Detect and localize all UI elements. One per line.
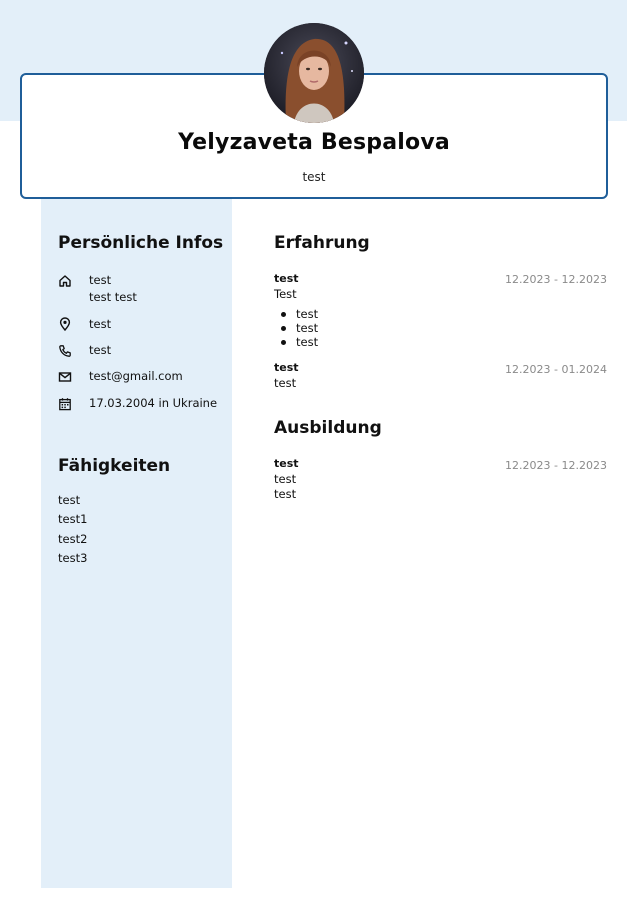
- experience-entry-title: test: [274, 361, 299, 374]
- address-line-1: test: [89, 273, 112, 287]
- calendar-icon: [58, 397, 72, 411]
- skills-heading: Fähigkeiten: [58, 456, 171, 476]
- location-row: test: [58, 316, 228, 336]
- skill-item: test: [58, 493, 81, 507]
- email-row: test@gmail.com: [58, 368, 228, 388]
- skill-item: test2: [58, 532, 88, 546]
- education-entry-line: test: [274, 487, 297, 501]
- experience-entry-date: 12.2023 - 01.2024: [505, 363, 607, 376]
- bullet-item: test: [280, 335, 318, 349]
- experience-entry-description: test: [274, 376, 297, 390]
- candidate-subtitle: test: [302, 170, 326, 184]
- experience-heading: Erfahrung: [274, 233, 370, 253]
- birth-text: 17.03.2004 in Ukraine: [89, 396, 218, 410]
- experience-entry-title: test: [274, 272, 299, 285]
- mail-icon: [58, 370, 72, 384]
- experience-bullet-list: test test test: [280, 307, 318, 349]
- education-heading: Ausbildung: [274, 418, 382, 438]
- map-pin-icon: [58, 317, 72, 331]
- bullet-item: test: [280, 321, 318, 335]
- birth-row: 17.03.2004 in Ukraine: [58, 395, 228, 415]
- profile-photo: [264, 23, 364, 123]
- email-text: test@gmail.com: [89, 369, 183, 383]
- bullet-item: test: [280, 307, 318, 321]
- home-icon: [58, 274, 72, 288]
- address-row: test test test: [58, 272, 228, 308]
- personal-info-heading: Persönliche Infos: [58, 233, 224, 253]
- address-line-2: test test: [89, 290, 137, 304]
- candidate-name: Yelyzaveta Bespalova: [178, 130, 450, 155]
- phone-text: test: [89, 343, 112, 357]
- skill-item: test3: [58, 551, 88, 565]
- education-entry-line: test: [274, 472, 297, 486]
- education-entry-title: test: [274, 457, 299, 470]
- phone-row: test: [58, 342, 228, 362]
- experience-entry-date: 12.2023 - 12.2023: [505, 273, 607, 286]
- experience-entry-description: Test: [274, 287, 297, 301]
- location-text: test: [89, 317, 112, 331]
- education-entry-date: 12.2023 - 12.2023: [505, 459, 607, 472]
- skill-item: test1: [58, 512, 88, 526]
- phone-icon: [58, 344, 72, 358]
